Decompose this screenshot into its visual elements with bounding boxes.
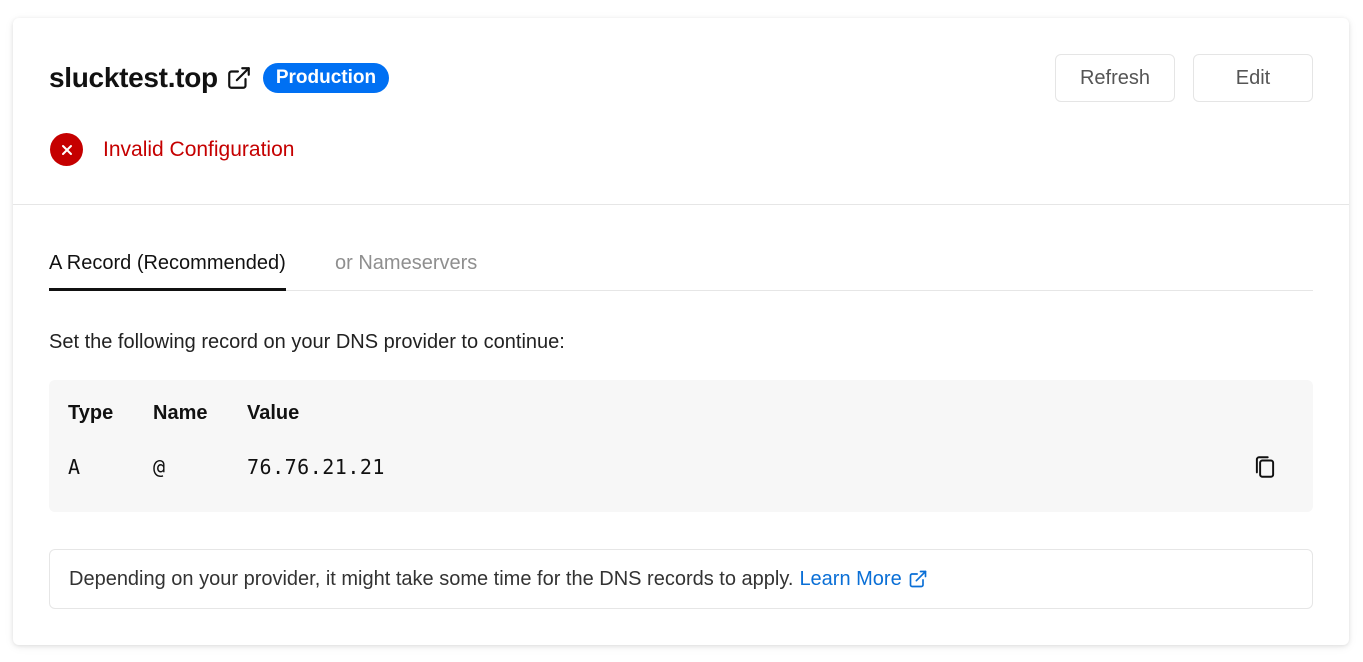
dns-record-table: Type Name Value A @ 76.76.21.21 [49,380,1313,512]
instruction-text: Set the following record on your DNS pro… [49,331,565,353]
copy-icon[interactable] [1251,453,1279,481]
column-header-value: Value [247,402,300,424]
note-text: Depending on your provider, it might tak… [69,567,794,590]
title-row: slucktest.top Production [49,59,390,97]
external-link-icon [908,569,928,589]
propagation-note: Depending on your provider, it might tak… [49,549,1313,609]
record-value: 76.76.21.21 [247,455,385,479]
tab-nameservers[interactable]: or Nameservers [335,252,477,291]
domain-config-card: slucktest.top Production Refresh Edit In… [13,18,1349,645]
external-link-icon[interactable] [226,65,252,91]
card-header: slucktest.top Production Refresh Edit In… [13,18,1349,205]
column-header-type: Type [68,402,114,424]
status-text: Invalid Configuration [103,137,295,161]
domain-link[interactable]: slucktest.top [49,62,218,94]
learn-more-link[interactable]: Learn More [799,568,927,591]
environment-badge: Production [262,63,390,93]
record-type: A [68,455,81,479]
tab-a-record[interactable]: A Record (Recommended) [49,252,286,291]
record-tabs: A Record (Recommended) or Nameservers [49,252,1313,291]
column-header-name: Name [153,402,208,424]
learn-more-label: Learn More [799,567,902,590]
error-x-icon [50,133,83,166]
status-row: Invalid Configuration [50,133,294,166]
refresh-button[interactable]: Refresh [1055,54,1175,102]
edit-button[interactable]: Edit [1193,54,1313,102]
record-name: @ [153,455,166,479]
